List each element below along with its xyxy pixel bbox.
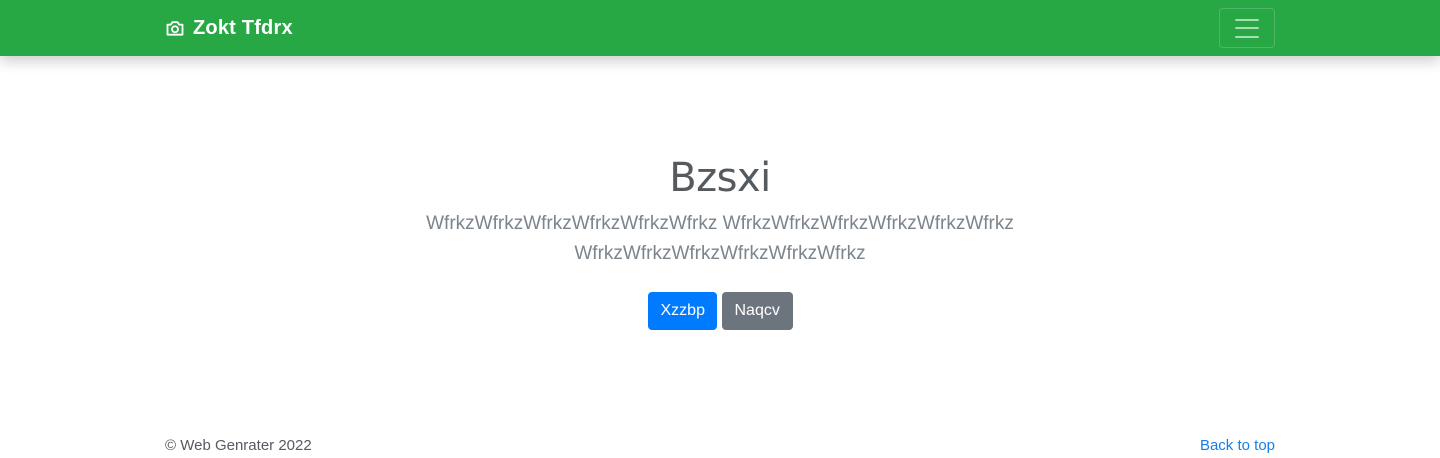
hero-title: Bzsxi: [669, 155, 771, 201]
hamburger-menu-icon: [1235, 18, 1259, 38]
copyright-text: © Web Genrater 2022: [165, 437, 312, 454]
navbar-toggler-button[interactable]: [1219, 8, 1275, 48]
brand-link[interactable]: Zokt Tfdrx: [165, 16, 293, 40]
hero-buttons: Xzzbp Naqcv: [0, 292, 1440, 330]
secondary-button[interactable]: Naqcv: [721, 292, 793, 330]
primary-button[interactable]: Xzzbp: [647, 292, 717, 330]
back-to-top-link[interactable]: Back to top: [1200, 437, 1275, 454]
hero-lead-text: WfrkzWfrkzWfrkzWfrkzWfrkzWfrkz WfrkzWfrk…: [426, 213, 1014, 264]
brand-label: Zokt Tfdrx: [193, 16, 293, 39]
navbar: Zokt Tfdrx: [0, 0, 1440, 56]
camera-icon: [166, 21, 184, 36]
